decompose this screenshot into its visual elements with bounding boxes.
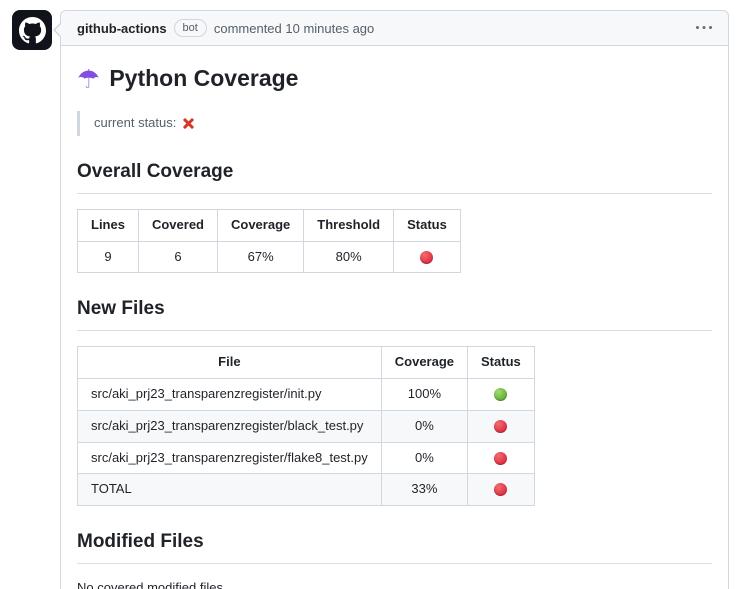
current-status-label: current status: bbox=[94, 114, 176, 133]
table-row: src/aki_prj23_transparenzregister/init.p… bbox=[78, 378, 535, 410]
comment-timestamp[interactable]: commented 10 minutes ago bbox=[214, 21, 374, 36]
modified-files-heading: Modified Files bbox=[77, 528, 712, 564]
comment-timeline-item: github-actions bot commented 10 minutes … bbox=[12, 10, 729, 589]
covered-value: 6 bbox=[138, 241, 217, 273]
file-path: src/aki_prj23_transparenzregister/flake8… bbox=[78, 442, 382, 474]
table-row: 9 6 67% 80% bbox=[78, 241, 461, 273]
table-row: TOTAL 33% bbox=[78, 474, 535, 506]
report-title-text: Python Coverage bbox=[109, 62, 298, 95]
column-header: Coverage bbox=[218, 209, 304, 241]
report-title: ☂ Python Coverage bbox=[77, 62, 712, 95]
coverage-value: 33% bbox=[381, 474, 467, 506]
comment-header: github-actions bot commented 10 minutes … bbox=[61, 11, 728, 46]
column-header: File bbox=[78, 346, 382, 378]
file-path: src/aki_prj23_transparenzregister/init.p… bbox=[78, 378, 382, 410]
table-row: src/aki_prj23_transparenzregister/black_… bbox=[78, 410, 535, 442]
file-path: src/aki_prj23_transparenzregister/black_… bbox=[78, 410, 382, 442]
overall-coverage-heading: Overall Coverage bbox=[77, 158, 712, 194]
status-dot bbox=[420, 251, 433, 264]
column-header: Status bbox=[394, 209, 461, 241]
comment-author[interactable]: github-actions bbox=[77, 21, 167, 36]
lines-value: 9 bbox=[78, 241, 139, 273]
cross-mark-icon bbox=[182, 117, 195, 130]
new-files-table: File Coverage Status src/aki_prj23_trans… bbox=[77, 346, 535, 506]
github-page: github-actions bot commented 10 minutes … bbox=[0, 0, 741, 589]
coverage-value: 100% bbox=[381, 378, 467, 410]
column-header: Lines bbox=[78, 209, 139, 241]
status-dot bbox=[494, 452, 507, 465]
github-octocat-icon bbox=[19, 17, 46, 44]
column-header: Covered bbox=[138, 209, 217, 241]
status-dot bbox=[494, 483, 507, 496]
modified-files-text: No covered modified files... bbox=[77, 579, 712, 589]
table-row: src/aki_prj23_transparenzregister/flake8… bbox=[78, 442, 535, 474]
new-files-heading: New Files bbox=[77, 295, 712, 331]
comment-body: ☂ Python Coverage current status: Overal… bbox=[61, 46, 728, 589]
table-header-row: Lines Covered Coverage Threshold Status bbox=[78, 209, 461, 241]
umbrella-icon: ☂ bbox=[77, 66, 100, 92]
file-path: TOTAL bbox=[78, 474, 382, 506]
column-header: Status bbox=[468, 346, 535, 378]
coverage-value: 0% bbox=[381, 410, 467, 442]
status-dot bbox=[494, 388, 507, 401]
threshold-value: 80% bbox=[304, 241, 394, 273]
status-dot bbox=[494, 420, 507, 433]
column-header: Coverage bbox=[381, 346, 467, 378]
avatar[interactable] bbox=[12, 10, 52, 50]
coverage-value: 67% bbox=[218, 241, 304, 273]
kebab-menu-icon[interactable] bbox=[696, 20, 712, 36]
coverage-value: 0% bbox=[381, 442, 467, 474]
overall-coverage-table: Lines Covered Coverage Threshold Status … bbox=[77, 209, 461, 274]
current-status-quote: current status: bbox=[77, 111, 712, 136]
column-header: Threshold bbox=[304, 209, 394, 241]
comment-card: github-actions bot commented 10 minutes … bbox=[60, 10, 729, 589]
table-header-row: File Coverage Status bbox=[78, 346, 535, 378]
bot-badge: bot bbox=[174, 19, 207, 37]
